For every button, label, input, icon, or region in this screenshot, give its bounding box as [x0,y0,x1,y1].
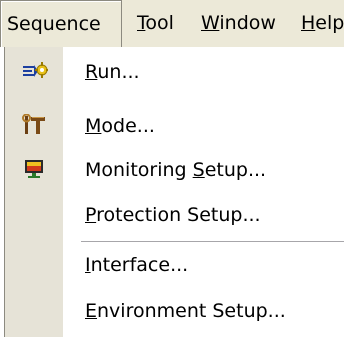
menu-tool-label: ool [145,12,174,34]
menu-item-interface-text-rest: nterface... [90,254,189,276]
menu-help[interactable]: Help [301,0,344,47]
menu-item-mode-text-rest: ode... [101,115,155,137]
menu-sequence[interactable]: Sequence [0,0,122,47]
menu-item-monitoring-setup-label: Monitoring Setup... [85,148,266,192]
menu-item-environment-setup[interactable]: Environment Setup... [5,289,344,333]
monitor-icon [22,158,48,180]
menu-sequence-label: Seque [7,13,67,35]
menu-sequence-label-rest: nce [66,13,101,35]
menu-item-environment-text-rest: nvironment Setup... [97,300,286,322]
menu-window[interactable]: Window [201,0,276,47]
menu-item-protection-setup[interactable]: Protection Setup... [5,193,344,237]
menu-item-environment-accel: E [85,300,98,322]
menu-item-protection-setup-label: Protection Setup... [85,193,261,237]
menu-tool[interactable]: Tool [137,0,174,47]
menu-window-accel: W [201,12,220,34]
menu-help-accel: H [301,12,316,34]
menu-item-run-text-rest: un... [97,61,140,83]
menu-item-monitoring-accel: S [192,159,205,181]
menu-item-monitoring-setup[interactable]: Monitoring Setup... [5,148,344,192]
menu-item-protection-text-rest: rotection Setup... [96,204,261,226]
menu-item-protection-accel: P [85,204,97,226]
menu-item-interface[interactable]: Interface... [5,243,344,287]
menu-separator [81,241,344,242]
menu-item-mode-accel: M [85,115,102,137]
menu-item-mode-label: Mode... [85,104,155,148]
menu-item-mode[interactable]: Mode... [5,104,344,148]
menu-item-monitoring-text: Monitoring [85,159,193,181]
menu-bar: Sequence Tool Window Help [0,0,344,47]
menu-item-monitoring-text-rest: etup... [204,159,267,181]
menu-item-run-label: Run... [85,50,140,94]
menu-item-interface-label: Interface... [85,243,188,287]
menu-item-run-accel: R [85,61,98,83]
sequence-dropdown-menu: Run... Mode... Monitoring Setup... Prote… [4,47,344,337]
menu-help-label: elp [315,12,344,34]
application-window: Sequence Tool Window Help Run... Mode...… [0,0,344,337]
menu-item-run[interactable]: Run... [5,50,344,94]
mode-tools-icon [22,113,48,136]
menu-window-label: indow [219,12,276,34]
run-icon [22,60,48,82]
menu-item-environment-setup-label: Environment Setup... [85,289,286,333]
